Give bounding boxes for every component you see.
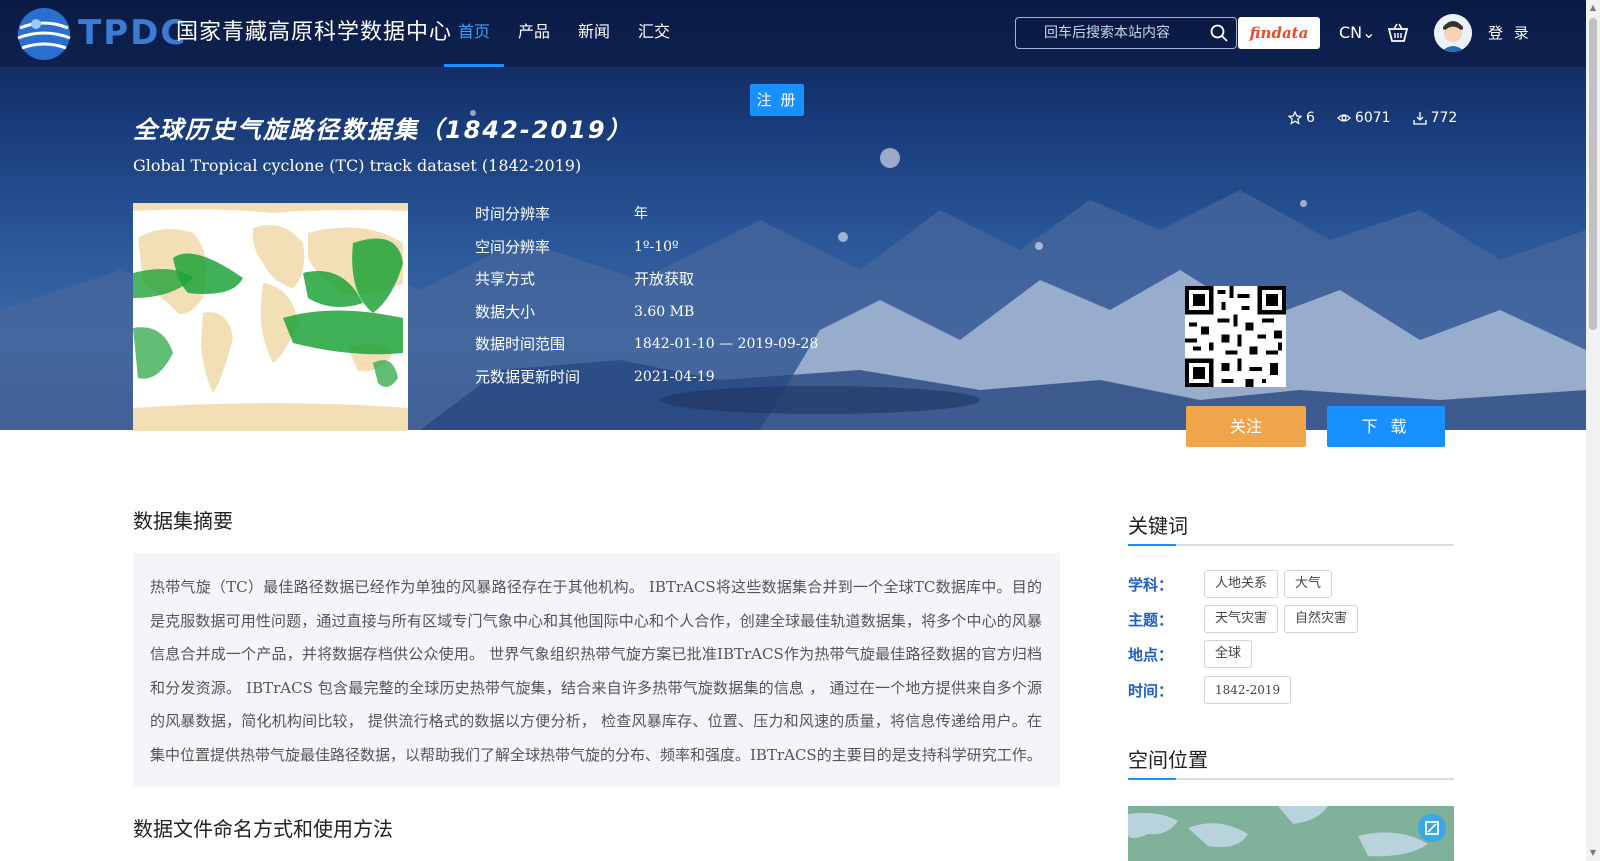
map-image [1128,806,1454,861]
page: TPDC 国家青藏高原科学数据中心 首页 产品 新闻 汇交 findata CN… [0,0,1600,861]
keyword-row-time: 时间： 1842-2019 [1128,676,1297,704]
dataset-title-en: Global Tropical cyclone (TC) track datas… [133,156,582,175]
fullscreen-icon [1425,821,1439,835]
follow-button[interactable]: 关注 [1186,406,1306,447]
meta-value: 2021-04-19 [634,368,715,385]
login-link[interactable]: 登 录 [1488,22,1532,44]
chevron-down-icon: ⌄ [1362,23,1376,42]
scroll-up-icon[interactable]: ▲ [1589,4,1597,12]
meta-value: 年 [634,206,648,222]
downloads-count: 772 [1430,110,1458,126]
abstract-title: 数据集摘要 [133,509,233,533]
eye-icon [1337,114,1351,122]
meta-label: 数据时间范围 [475,335,566,354]
meta-row: 数据时间范围 1842-01-10 — 2019-09-28 [475,332,818,365]
keyword-label: 主题： [1128,610,1174,629]
cart-icon[interactable] [1387,22,1409,44]
nav-news[interactable]: 新闻 [564,0,624,67]
language-switch[interactable]: CN⌄ [1339,22,1376,44]
nav-products[interactable]: 产品 [504,0,564,67]
keyword-label: 学科： [1128,575,1174,594]
meta-value: 1º-10º [634,238,679,255]
keywords-divider [1128,544,1454,546]
fullscreen-button[interactable] [1418,814,1446,842]
download-button[interactable]: 下 载 [1327,406,1445,447]
register-button[interactable]: 注 册 [750,84,804,116]
abstract-text: 热带气旋（TC）最佳路径数据已经作为单独的风暴路径存在于其他机构。 IBTrAC… [150,578,1042,764]
keyword-tag[interactable]: 1842-2019 [1204,676,1292,704]
meta-row: 时间分辨率 年 [475,202,818,235]
nav-submit[interactable]: 汇交 [624,0,684,67]
search-icon[interactable] [1210,24,1228,42]
keywords-title: 关键词 [1128,514,1188,538]
user-avatar-icon [1434,14,1472,52]
meta-value: 3.60 MB [634,303,695,320]
stars-count: 6 [1306,110,1315,126]
keyword-tag[interactable]: 大气 [1284,570,1333,598]
stars-stat[interactable]: 6 [1288,108,1315,128]
keyword-tag[interactable]: 全球 [1204,640,1253,668]
spatial-map[interactable] [1128,806,1454,861]
cyclone-track-map-image [133,203,408,431]
meta-label: 时间分辨率 [475,205,551,223]
search-box [1015,17,1237,49]
search-input[interactable] [1026,22,1196,44]
dataset-meta-list: 时间分辨率 年 空间分辨率 1º-10º 共享方式 开放获取 数据大小 3.60… [475,202,818,398]
location-divider [1128,778,1454,780]
meta-label: 共享方式 [475,270,536,289]
meta-row: 数据大小 3.60 MB [475,300,818,333]
keyword-tag[interactable]: 人地关系 [1204,570,1279,598]
star-icon [1288,111,1302,125]
keyword-row-theme: 主题： 天气灾害 自然灾害 [1128,605,1364,633]
keyword-tag[interactable]: 天气灾害 [1204,605,1279,633]
meta-row: 空间分辨率 1º-10º [475,235,818,268]
abstract-box: 热带气旋（TC）最佳路径数据已经作为单独的风暴路径存在于其他机构。 IBTrAC… [133,553,1060,787]
location-title: 空间位置 [1128,748,1208,772]
meta-label: 空间分辨率 [475,237,551,256]
meta-row: 共享方式 开放获取 [475,267,818,300]
keyword-tag[interactable]: 自然灾害 [1284,605,1359,633]
top-navbar: TPDC 国家青藏高原科学数据中心 首页 产品 新闻 汇交 findata CN… [0,0,1586,67]
nav-home[interactable]: 首页 [444,0,505,67]
logo-tpdc-text[interactable]: TPDC [78,14,187,52]
dataset-title-cn: 全球历史气旋路径数据集（1842-2019） [133,116,633,144]
meta-value: 开放获取 [634,270,695,289]
scroll-down-icon[interactable]: ▼ [1589,849,1597,857]
meta-label: 元数据更新时间 [475,367,581,386]
meta-value: 1842-01-10 — 2019-09-28 [634,336,819,353]
qr-code-image [1185,286,1286,387]
tpdc-globe-logo-icon[interactable] [14,4,74,64]
keyword-label: 地点： [1128,645,1174,664]
dataset-stats: 6 6071 772 [1288,108,1457,128]
views-count: 6071 [1354,110,1391,126]
keyword-row-discipline: 学科： 人地关系 大气 [1128,570,1338,598]
naming-title: 数据文件命名方式和使用方法 [133,817,393,841]
language-label: CN [1339,23,1363,42]
page-scrollbar[interactable]: ▲ ▼ [1586,0,1600,861]
dataset-thumbnail[interactable] [133,203,408,431]
logo-center-name[interactable]: 国家青藏高原科学数据中心 [176,18,452,48]
views-stat: 6071 [1337,108,1391,128]
user-avatar[interactable] [1434,14,1472,52]
findata-button[interactable]: findata [1238,17,1320,49]
scrollbar-thumb[interactable] [1589,18,1597,330]
download-icon [1412,112,1427,125]
downloads-stat: 772 [1412,108,1458,128]
meta-row: 元数据更新时间 2021-04-19 [475,365,818,398]
main-nav: 首页 产品 新闻 汇交 [444,0,684,67]
meta-label: 数据大小 [475,302,536,321]
keyword-label: 时间： [1128,681,1174,700]
keyword-row-place: 地点： 全球 [1128,640,1258,668]
qr-code-icon [1185,286,1286,387]
